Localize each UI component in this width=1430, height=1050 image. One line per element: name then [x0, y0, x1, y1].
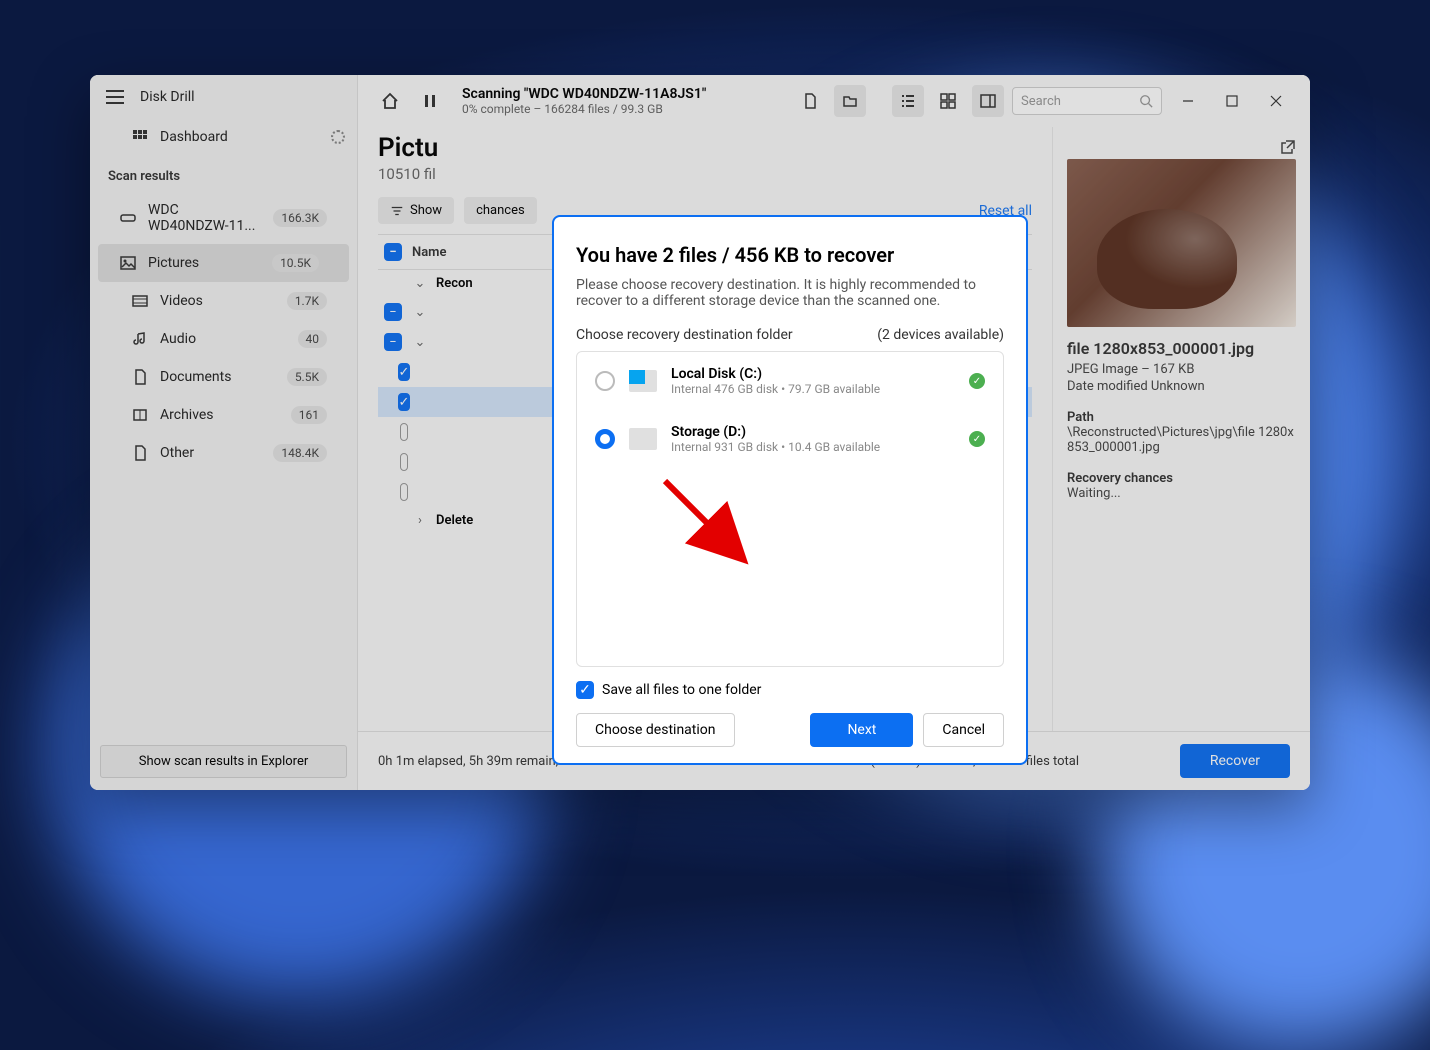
windows-disk-icon: [629, 370, 657, 392]
radio-unselected[interactable]: [595, 371, 615, 391]
destination-name: Storage (D:): [671, 424, 955, 440]
check-ok-icon: ✓: [969, 373, 985, 389]
destination-details: Internal 476 GB disk • 79.7 GB available: [671, 382, 955, 396]
destination-local-disk[interactable]: Local Disk (C:) Internal 476 GB disk • 7…: [577, 352, 1003, 410]
destination-name: Local Disk (C:): [671, 366, 955, 382]
app-window: Disk Drill Dashboard Scan results WDC WD…: [90, 75, 1310, 790]
cancel-button[interactable]: Cancel: [923, 713, 1004, 747]
choose-destination-button[interactable]: Choose destination: [576, 713, 735, 747]
save-one-folder-label: Save all files to one folder: [602, 682, 761, 698]
destination-details: Internal 931 GB disk • 10.4 GB available: [671, 440, 955, 454]
disk-icon: [629, 428, 657, 450]
destination-storage[interactable]: Storage (D:) Internal 931 GB disk • 10.4…: [577, 410, 1003, 468]
radio-selected[interactable]: [595, 429, 615, 449]
next-button[interactable]: Next: [810, 713, 913, 747]
destination-label: Choose recovery destination folder: [576, 327, 793, 343]
destination-list: Local Disk (C:) Internal 476 GB disk • 7…: [576, 351, 1004, 667]
modal-description: Please choose recovery destination. It i…: [576, 277, 1004, 309]
save-one-folder-checkbox[interactable]: ✓: [576, 681, 594, 699]
recovery-destination-modal: You have 2 files / 456 KB to recover Ple…: [552, 215, 1028, 765]
modal-title: You have 2 files / 456 KB to recover: [576, 243, 1004, 267]
devices-count: (2 devices available): [877, 327, 1004, 343]
check-ok-icon: ✓: [969, 431, 985, 447]
